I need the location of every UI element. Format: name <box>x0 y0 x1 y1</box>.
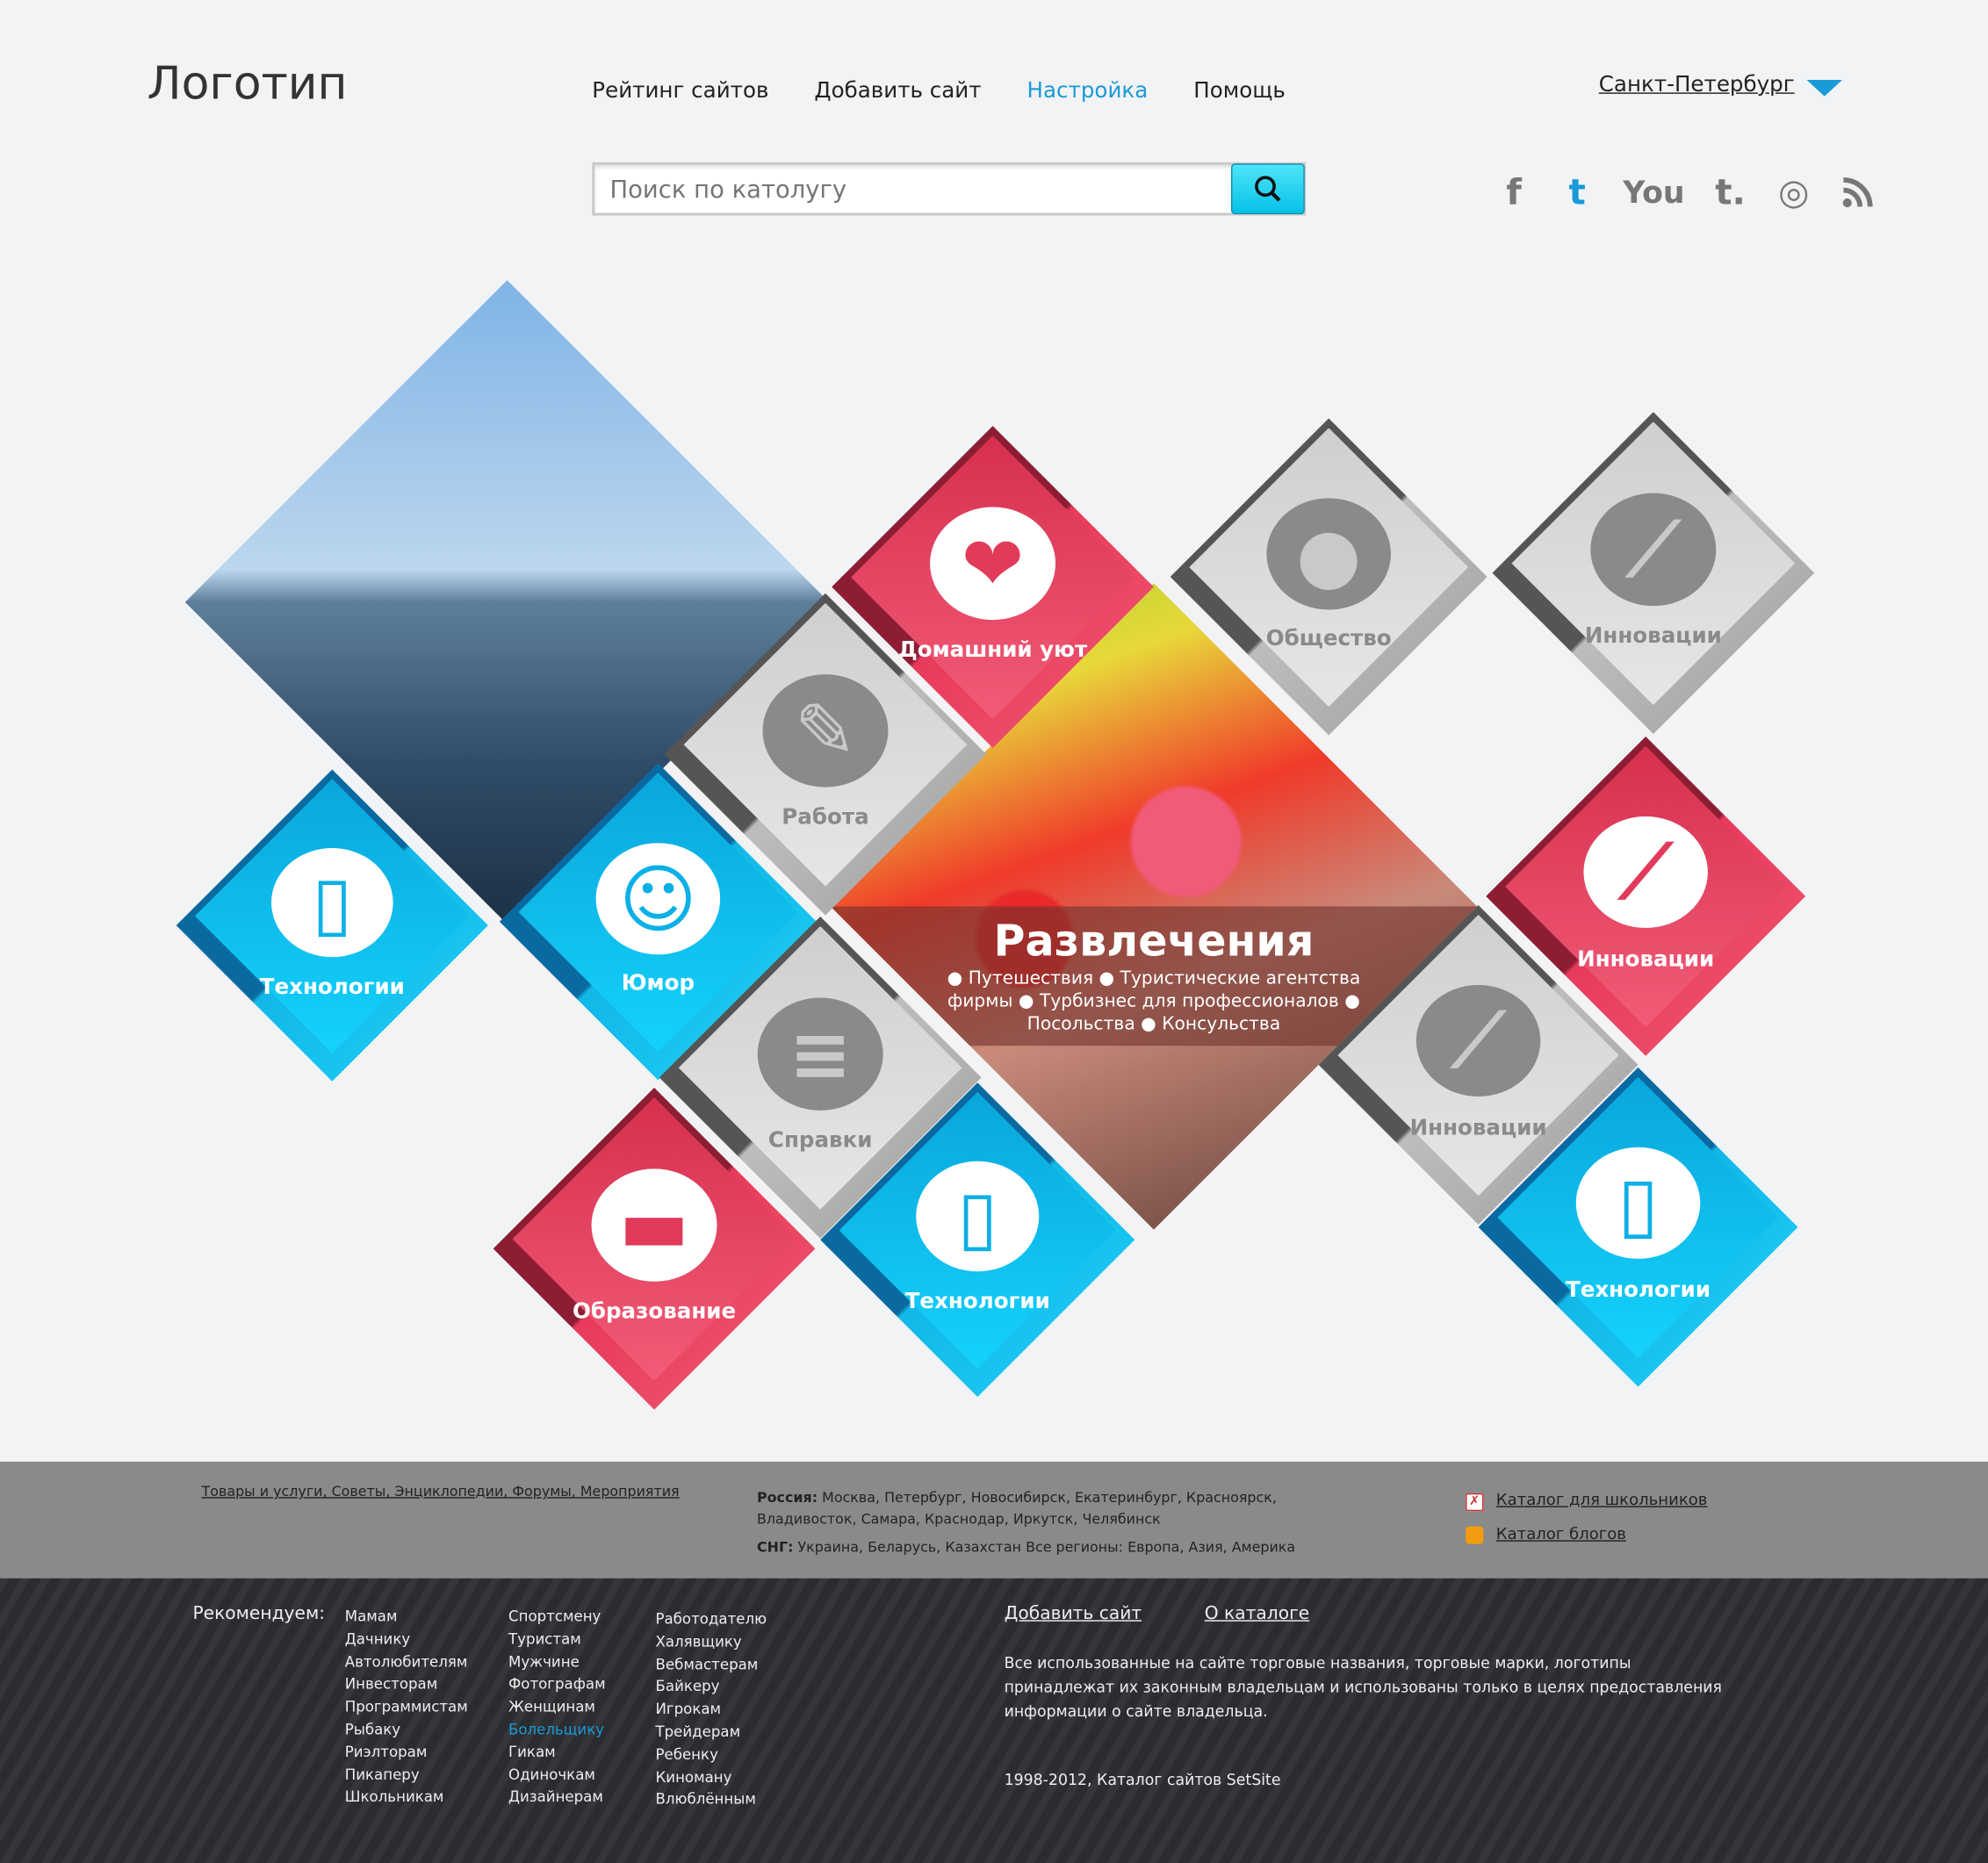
catalog-blogs-link[interactable]: Каталог блогов <box>1496 1524 1626 1543</box>
twitter-icon[interactable]: t <box>1559 171 1595 213</box>
info-icon: ≡ <box>757 997 883 1111</box>
tile-label: Инновации <box>1584 623 1722 650</box>
graph-icon: ⟋ <box>1590 493 1717 607</box>
copyright: 1998-2012, Каталог сайтов SetSite <box>1004 1771 1281 1789</box>
phone-icon: ▯ <box>1575 1147 1701 1259</box>
main-nav: Рейтинг сайтов Добавить сайт Настройка П… <box>592 79 1286 104</box>
recommend-link[interactable]: Дизайнерам <box>508 1787 606 1809</box>
russia-label: Россия: <box>757 1489 818 1507</box>
smile-icon: ☺ <box>595 843 721 955</box>
heart-icon: ❤ <box>930 507 1056 621</box>
catalog-kids-link[interactable]: Каталог для школьников <box>1496 1490 1708 1509</box>
tile-label: Общество <box>1265 626 1392 652</box>
category-tile[interactable]: ⟋ Инновации <box>1492 412 1815 735</box>
graph-icon: ⟋ <box>1415 984 1541 1097</box>
feature-title: Развлечения <box>993 916 1315 967</box>
recommend-link[interactable]: Гикам <box>508 1742 606 1765</box>
footer-bottom: Рекомендуем: Мамам Дачнику Автолюбителям Ин… <box>0 1578 1988 1863</box>
picasa-icon[interactable]: ◎ <box>1776 171 1812 213</box>
tile-label: Технологии <box>259 975 405 1001</box>
recommend-link[interactable]: Вебмастерам <box>655 1654 767 1677</box>
tumblr-icon[interactable]: t. <box>1712 171 1747 213</box>
recommend-link[interactable]: Риэлторам <box>345 1742 468 1765</box>
logo[interactable]: Логотип <box>147 58 347 110</box>
recommend-link[interactable]: Туристам <box>508 1629 606 1651</box>
briefcase-icon: ▬ <box>591 1169 717 1282</box>
wrench-icon: ✎ <box>762 674 889 788</box>
search-icon <box>1255 176 1281 202</box>
nav-help[interactable]: Помощь <box>1193 79 1286 104</box>
tile-label: Технологии <box>904 1289 1050 1315</box>
add-site-link[interactable]: Добавить сайт <box>1005 1604 1142 1624</box>
nav-rating[interactable]: Рейтинг сайтов <box>592 79 768 104</box>
youtube-icon[interactable]: You <box>1623 175 1684 210</box>
recommend-link[interactable]: Влюблённым <box>655 1789 767 1812</box>
rss-icon <box>1840 176 1875 209</box>
facebook-icon[interactable]: f <box>1496 171 1531 213</box>
tile-label: Технологии <box>1565 1277 1711 1304</box>
recommend-link[interactable]: Дачнику <box>345 1629 468 1651</box>
recommend-link[interactable]: Мужчине <box>508 1651 606 1674</box>
search-input[interactable] <box>594 164 1229 216</box>
tile-label: Образование <box>572 1298 737 1325</box>
social-links: f t You t. ◎ <box>1496 171 1875 213</box>
recommend-link[interactable]: Трейдерам <box>655 1722 767 1744</box>
blogger-icon <box>1466 1525 1484 1543</box>
recommend-link[interactable]: Игрокам <box>655 1699 767 1722</box>
recommend-link[interactable]: Работодателю <box>655 1608 767 1631</box>
graph-icon: ⟋ <box>1583 816 1708 928</box>
nav-settings[interactable]: Настройка <box>1027 79 1149 104</box>
city-selector[interactable]: Санкт-Петербург <box>1599 72 1795 97</box>
recommend-link[interactable]: Ребенку <box>655 1744 767 1766</box>
recommend-label: Рекомендуем: <box>192 1603 326 1624</box>
search-button[interactable] <box>1231 163 1305 215</box>
about-link[interactable]: О каталоге <box>1205 1604 1309 1624</box>
nav-add-site[interactable]: Добавить сайт <box>814 79 981 104</box>
recommend-link[interactable]: Пикаперу <box>345 1764 468 1787</box>
recommend-link[interactable]: Школьникам <box>345 1787 468 1809</box>
recommend-link[interactable]: Болельщику <box>508 1719 606 1742</box>
recommend-link[interactable]: Программистам <box>345 1696 468 1719</box>
search-box <box>592 162 1307 216</box>
recommend-link[interactable]: Байкеру <box>655 1676 767 1699</box>
recommend-link[interactable]: Мамам <box>345 1606 468 1629</box>
pdf-icon: ✗ <box>1466 1493 1484 1512</box>
chevron-down-icon[interactable] <box>1806 79 1842 97</box>
phone-icon: ▯ <box>916 1161 1040 1272</box>
speech-bubble-icon: ● <box>1266 498 1391 610</box>
recommend-link[interactable]: Рыбаку <box>345 1719 468 1742</box>
recommend-link[interactable]: Фотографам <box>508 1674 606 1697</box>
disclaimer: Все использованные на сайте торговые наз… <box>1004 1654 1722 1721</box>
recommend-link[interactable]: Одиночкам <box>508 1764 606 1787</box>
recommend-link[interactable]: Киноману <box>655 1766 767 1789</box>
russia-cities[interactable]: Москва, Петербург, Новосибирск, Екатерин… <box>757 1490 1277 1528</box>
recommend-link[interactable]: Женщинам <box>508 1696 606 1719</box>
footer-regions: Товары и услуги, Советы, Энциклопедии, Ф… <box>0 1461 1988 1579</box>
phone-icon: ▯ <box>270 847 393 958</box>
footer-topic-links[interactable]: Товары и услуги, Советы, Энциклопедии, Ф… <box>202 1483 680 1500</box>
cis-label: СНГ: <box>757 1538 794 1556</box>
recommend-link[interactable]: Халявщику <box>655 1631 767 1654</box>
recommend-link[interactable]: Инвесторам <box>345 1674 468 1697</box>
cis-countries[interactable]: Украина, Беларусь, Казахстан Все регионы… <box>797 1539 1295 1556</box>
recommend-link[interactable]: Автолюбителям <box>345 1651 468 1674</box>
recommend-link[interactable]: Спортсмену <box>508 1606 606 1629</box>
